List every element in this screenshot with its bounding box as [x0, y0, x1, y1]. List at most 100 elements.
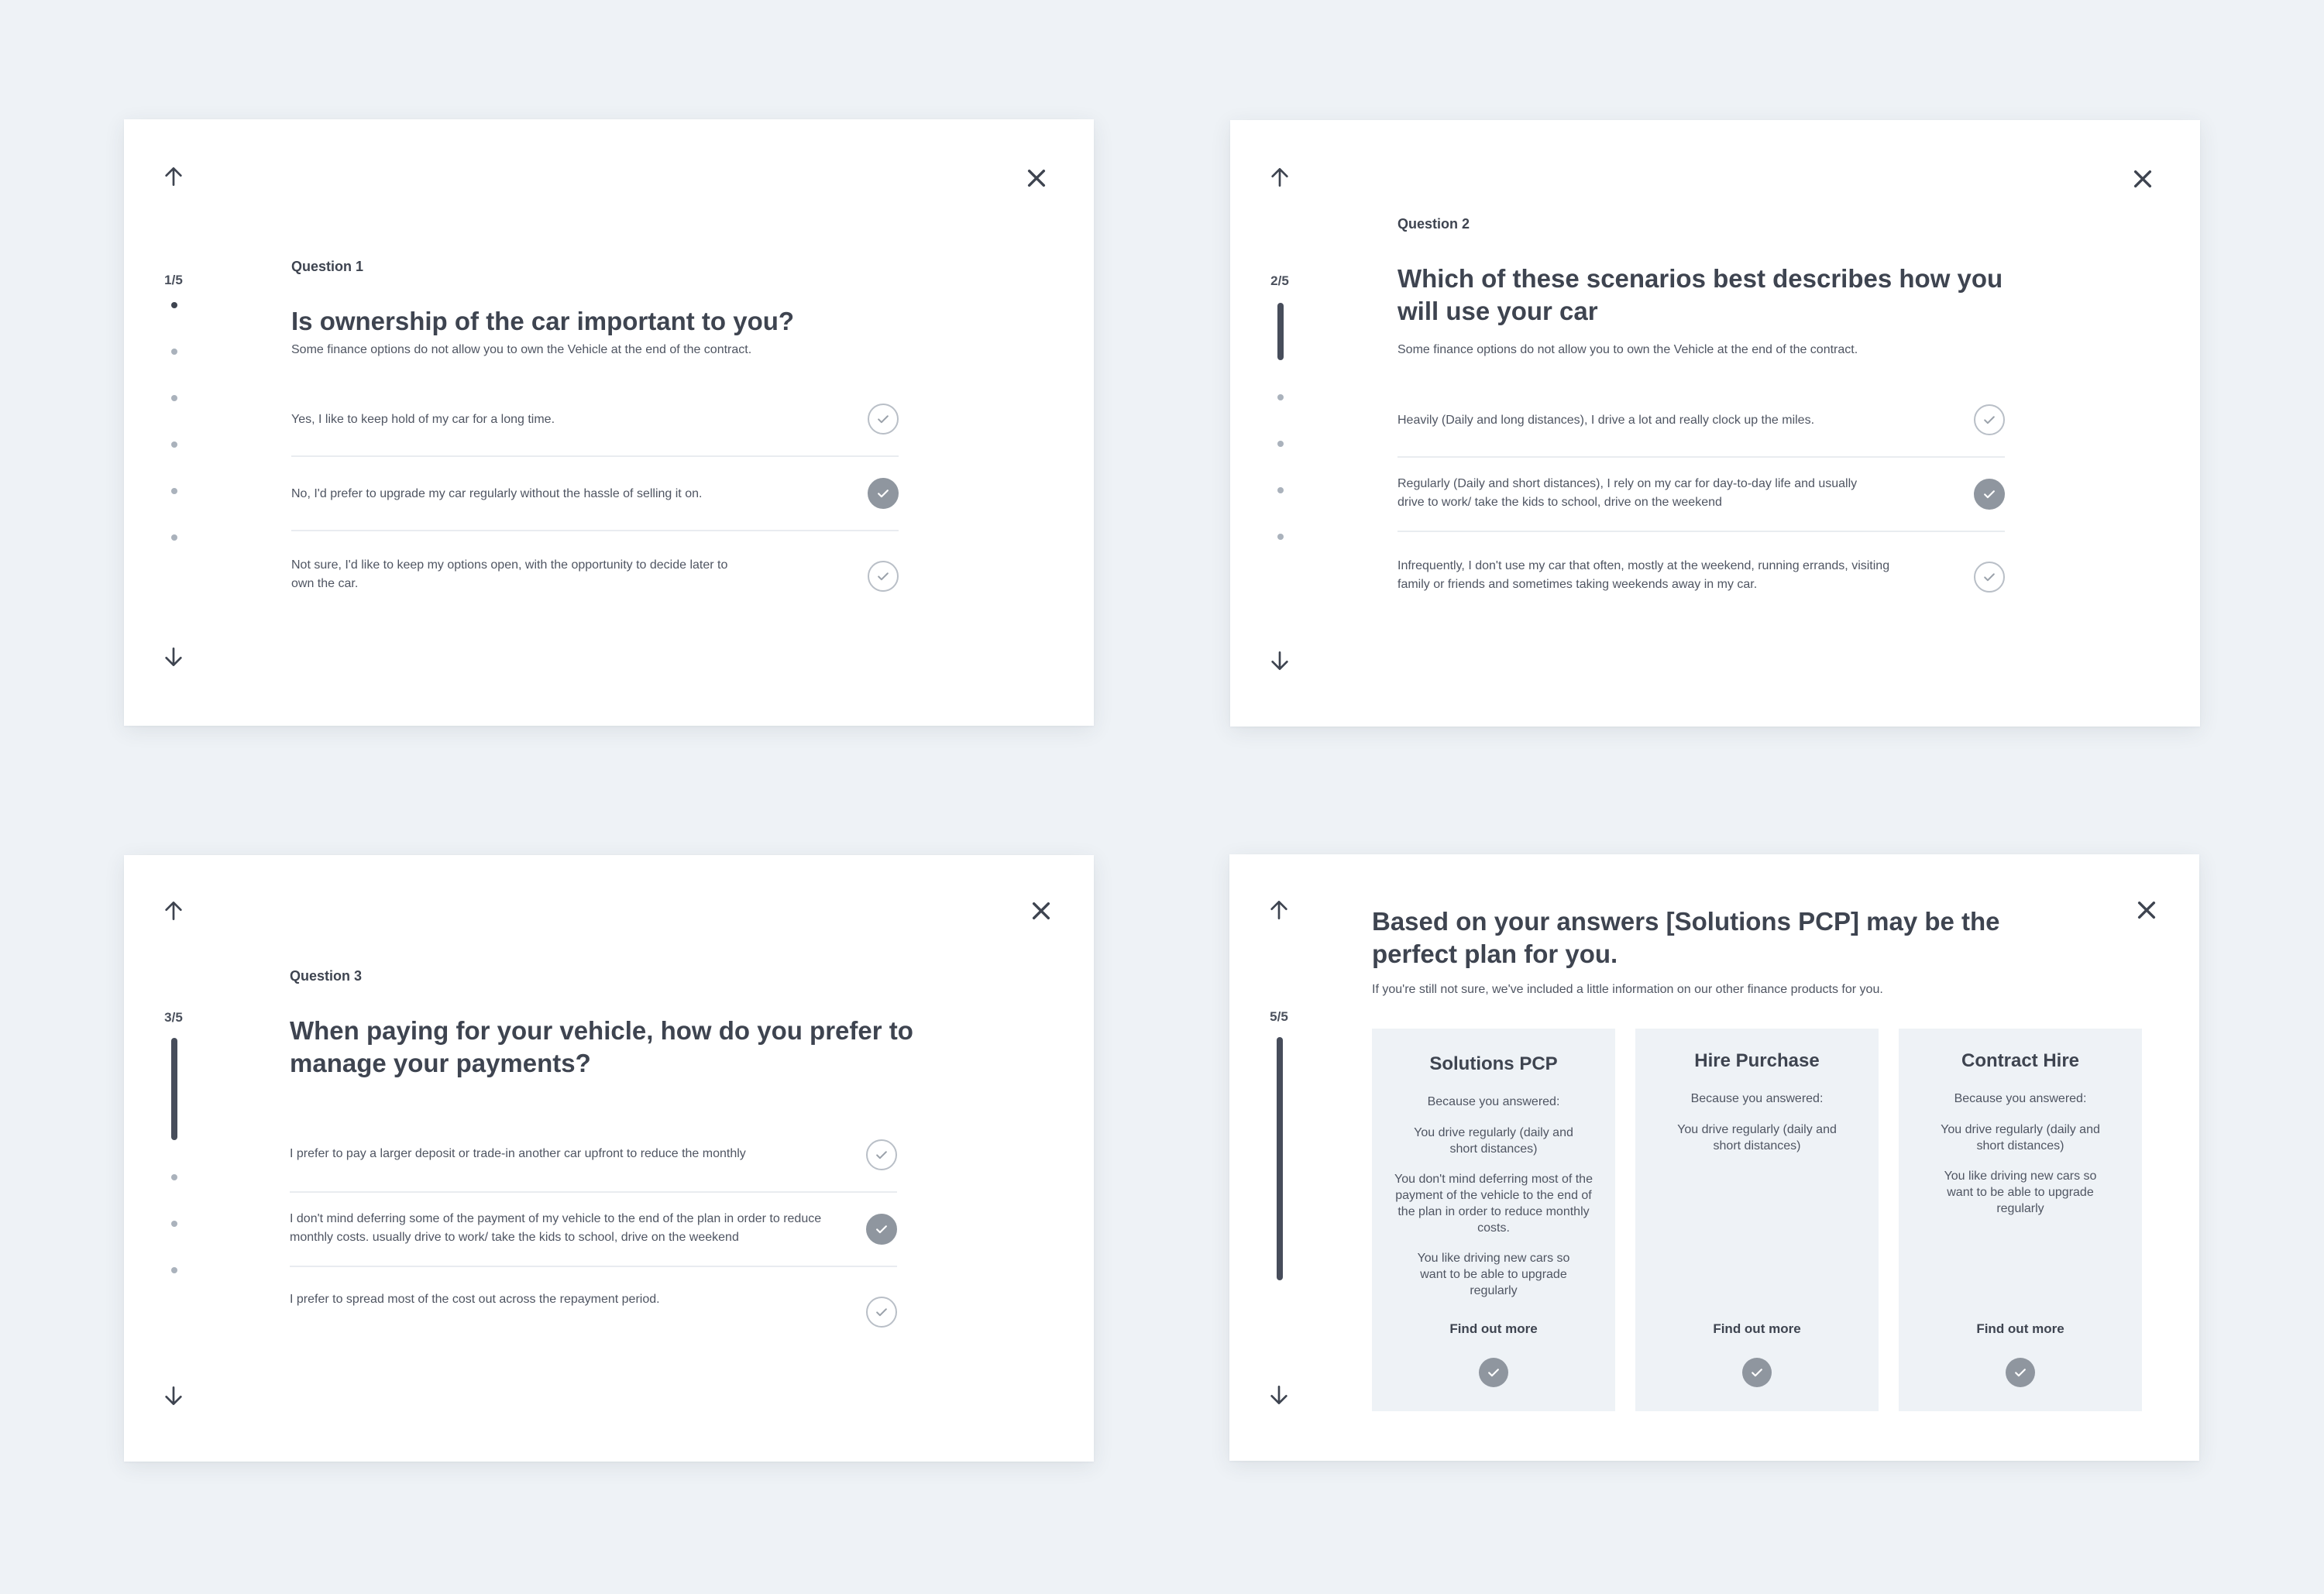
progress-dot [171, 534, 177, 541]
progress-dot [1277, 487, 1284, 493]
check-icon [878, 490, 889, 498]
answer-check[interactable] [866, 1297, 897, 1328]
progress-dots [171, 1038, 177, 1314]
question-title: When paying for your vehicle, how do you… [290, 1016, 913, 1077]
answer-text: Heavily (Daily and long distances), I dr… [1397, 414, 1815, 427]
progress-dot [171, 395, 177, 401]
previous-question-button[interactable] [156, 894, 191, 928]
result-title: Based on your answers [Solutions PCP] ma… [1372, 907, 2000, 968]
answer-option[interactable]: I prefer to spread most of the cost out … [290, 1267, 897, 1357]
close-button[interactable] [2130, 893, 2164, 927]
answer-check[interactable] [868, 404, 899, 435]
answer-check[interactable] [1974, 562, 2005, 593]
close-button[interactable] [2126, 162, 2160, 196]
step-indicator: 3/5 [164, 1010, 183, 1025]
next-question-button[interactable] [156, 640, 191, 674]
answer-check[interactable] [1974, 404, 2005, 435]
question-label: Question 2 [1397, 216, 1470, 232]
answer-check-selected[interactable] [868, 478, 899, 509]
arrow-up-icon [1271, 168, 1288, 187]
previous-question-button[interactable] [1262, 893, 1296, 927]
arrow-up-icon [165, 167, 182, 186]
close-icon [1027, 169, 1046, 187]
answer-list: I prefer to pay a larger deposit or trad… [290, 1118, 897, 1357]
check-icon [876, 1308, 887, 1317]
answer-option[interactable]: No, I'd prefer to upgrade my car regular… [291, 457, 899, 531]
answer-text: I prefer to pay a larger deposit or trad… [290, 1147, 746, 1160]
close-button[interactable] [1019, 161, 1054, 195]
answer-option[interactable]: I prefer to pay a larger deposit or trad… [290, 1118, 897, 1193]
check-icon [2015, 1369, 2026, 1377]
question-1-card: 1/5 Question 1 Is ownership of the car i… [124, 119, 1094, 726]
next-question-button[interactable] [1262, 1378, 1296, 1412]
progress-dot [171, 1174, 177, 1180]
answer-check-selected[interactable] [866, 1214, 897, 1245]
answer-text: Not sure, I'd like to keep my options op… [291, 558, 728, 590]
check-icon [1984, 573, 1995, 582]
select-product-button[interactable] [2006, 1358, 2035, 1387]
close-icon [1032, 902, 1050, 920]
question-subtitle: Some finance options do not allow you to… [291, 343, 752, 356]
answer-check[interactable] [866, 1139, 897, 1170]
product-card-solutions-pcp: Solutions PCP Because you answered: You … [1372, 1029, 1615, 1411]
check-icon [1752, 1369, 1762, 1377]
answer-text: Yes, I like to keep hold of my car for a… [291, 413, 555, 426]
product-card-hire-purchase: Hire Purchase Because you answered: You … [1635, 1029, 1879, 1411]
arrow-up-icon [1270, 901, 1287, 919]
arrow-down-icon [1271, 651, 1288, 670]
arrow-down-icon [1270, 1386, 1287, 1404]
next-question-button[interactable] [156, 1379, 191, 1413]
find-out-more-link[interactable]: Find out more [1635, 1321, 1879, 1337]
answer-option[interactable]: Regularly (Daily and short distances), I… [1397, 458, 2005, 532]
answer-option[interactable]: Not sure, I'd like to keep my options op… [291, 531, 899, 621]
question-title: Which of these scenarios best describes … [1397, 264, 2003, 325]
answer-option[interactable]: Yes, I like to keep hold of my car for a… [291, 383, 899, 457]
step-indicator: 5/5 [1270, 1009, 1288, 1024]
question-subtitle: Some finance options do not allow you to… [1397, 343, 1858, 356]
product-reason: You drive regularly (daily and short dis… [1941, 1123, 2100, 1153]
answer-check-selected[interactable] [1974, 479, 2005, 510]
arrow-up-icon [165, 902, 182, 920]
progress-dot [171, 488, 177, 494]
because-label: Because you answered: [1427, 1095, 1560, 1108]
progress-dot [1277, 441, 1284, 447]
close-button[interactable] [1024, 894, 1058, 928]
find-out-more-link[interactable]: Find out more [1899, 1321, 2142, 1337]
answer-text: Infrequently, I don't use my car that of… [1397, 559, 1890, 591]
previous-question-button[interactable] [156, 160, 191, 194]
answer-text: I don't mind deferring some of the payme… [290, 1212, 822, 1244]
close-icon [2133, 170, 2152, 188]
step-indicator: 2/5 [1270, 273, 1289, 288]
product-name: Hire Purchase [1694, 1050, 1820, 1071]
because-label: Because you answered: [1690, 1092, 1824, 1105]
previous-question-button[interactable] [1263, 160, 1297, 194]
check-icon [878, 572, 889, 581]
arrow-down-icon [165, 648, 182, 666]
answer-list: Yes, I like to keep hold of my car for a… [291, 383, 899, 621]
progress-dots [1277, 1037, 1283, 1314]
product-reason: You don't mind deferring most of the pay… [1394, 1173, 1593, 1235]
answer-option[interactable]: Heavily (Daily and long distances), I dr… [1397, 383, 2005, 458]
answer-list: Heavily (Daily and long distances), I dr… [1397, 383, 2005, 622]
product-card-contract-hire: Contract Hire Because you answered: You … [1899, 1029, 2142, 1411]
answer-check[interactable] [868, 561, 899, 592]
progress-bar [1277, 303, 1284, 360]
product-reason: You like driving new cars so want to be … [1944, 1170, 2097, 1215]
next-question-button[interactable] [1263, 644, 1297, 678]
progress-dots [171, 302, 177, 581]
progress-dot-active [171, 302, 177, 308]
product-reason: You drive regularly (daily and short dis… [1414, 1126, 1573, 1156]
answer-option[interactable]: I don't mind deferring some of the payme… [290, 1193, 897, 1267]
select-product-button[interactable] [1479, 1358, 1508, 1387]
select-product-button[interactable] [1742, 1358, 1772, 1387]
check-icon [878, 415, 889, 424]
answer-text: No, I'd prefer to upgrade my car regular… [291, 487, 703, 500]
progress-dot [171, 349, 177, 355]
progress-bar [171, 1038, 177, 1140]
progress-dot [171, 441, 177, 448]
product-reason: You drive regularly (daily and short dis… [1677, 1123, 1837, 1153]
arrow-down-icon [165, 1386, 182, 1405]
answer-option[interactable]: Infrequently, I don't use my car that of… [1397, 532, 2005, 622]
find-out-more-link[interactable]: Find out more [1372, 1321, 1615, 1337]
progress-dot [1277, 534, 1284, 540]
